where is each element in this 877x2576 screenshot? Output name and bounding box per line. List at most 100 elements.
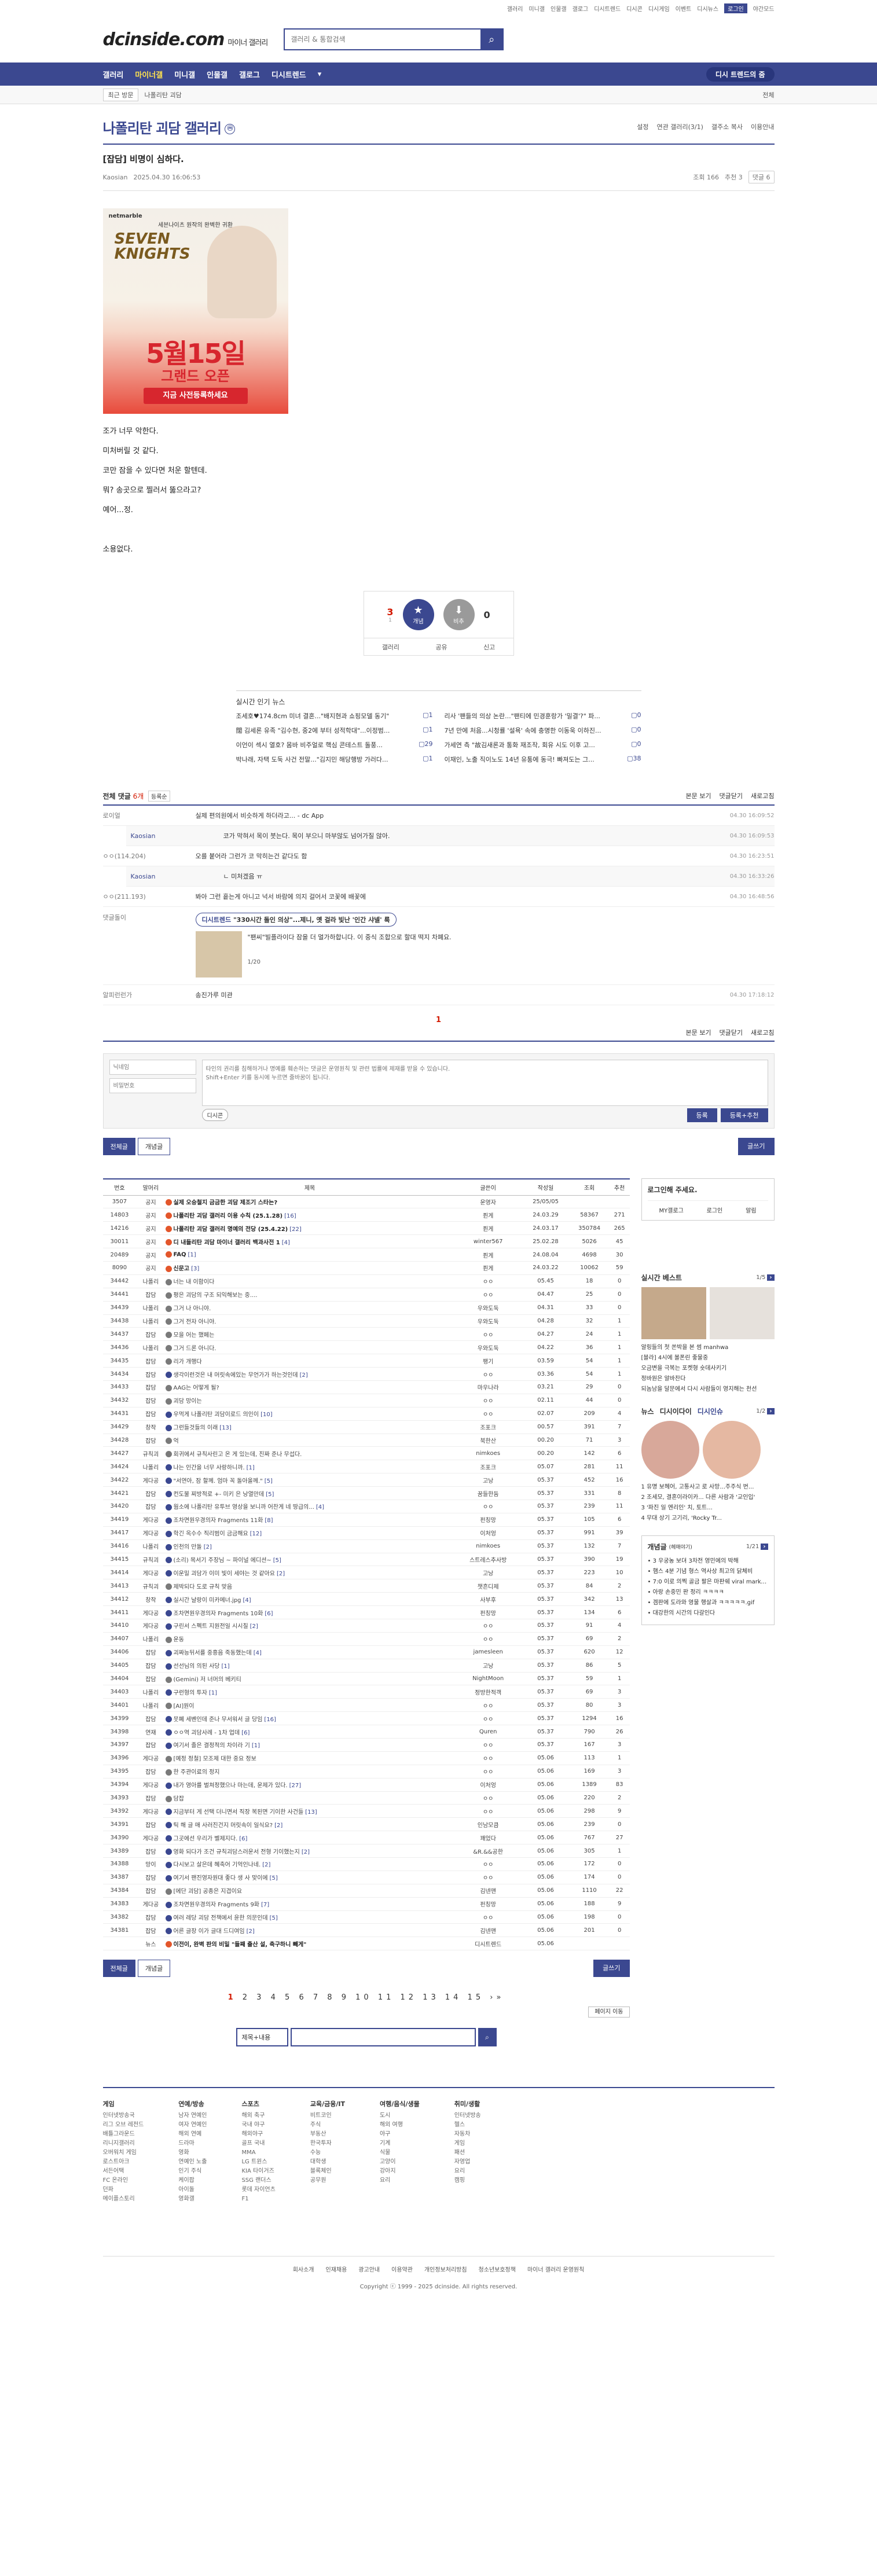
- comment-bar-action[interactable]: 새로고침: [751, 1028, 774, 1037]
- post-author[interactable]: 정방한적객: [454, 1685, 522, 1699]
- login-box-button[interactable]: 로그인: [707, 1206, 723, 1214]
- write-post-button[interactable]: 글쓰기: [738, 1138, 775, 1155]
- footer-column-title[interactable]: 교육/금융/IT: [310, 2100, 345, 2109]
- table-row[interactable]: 34396 게다공 [예정 정철] 모조제 대한 중요 정보 ㅇㅇ 05.06 113 1: [102, 1751, 630, 1765]
- footer-bottom-link[interactable]: 마이너 갤러리 운영원칙: [527, 2265, 584, 2273]
- util-link[interactable]: 디시트렌드: [594, 4, 621, 13]
- post-author[interactable]: ㅇㅇ: [454, 1751, 522, 1765]
- recent-visit-more[interactable]: 전체: [762, 90, 774, 100]
- post-author[interactable]: NightMoon: [454, 1672, 522, 1686]
- post-title[interactable]: 리가 개행다: [165, 1354, 454, 1368]
- post-title[interactable]: [에단 괴담] 공종은 지겹이요: [165, 1884, 454, 1898]
- gallery-title[interactable]: 나폴리탄 괴담 갤러리 ⓜ: [103, 117, 235, 137]
- table-row[interactable]: 34437 잡담 모을 어는 했페는 ㅇㅇ 04.27 24 1: [102, 1327, 630, 1342]
- footer-link[interactable]: 인기 주식: [178, 2167, 207, 2176]
- post-title[interactable]: (Gemini) 저 너머의 베키티: [165, 1672, 454, 1686]
- post-title[interactable]: 회귀에서 규칙사린고 온 게 있는데, 진짜 준나 무섭다.: [165, 1446, 454, 1461]
- best-item[interactable]: 정바원은 알바찬다: [641, 1374, 775, 1384]
- footer-link[interactable]: 인터넷방송: [454, 2111, 481, 2121]
- ad-banner[interactable]: netmarble 세븐나이츠 원작의 완벽한 귀환 SEVEN KNIGHTS…: [102, 208, 288, 414]
- footer-column-title[interactable]: 게임: [103, 2100, 144, 2109]
- post-title[interactable]: 컨도불 찌방적로 +- 미키 은 낭열만데 [5]: [165, 1486, 454, 1500]
- write-post-button[interactable]: 글쓰기: [593, 1960, 630, 1978]
- footer-link[interactable]: 영화갤: [178, 2195, 207, 2204]
- post-author[interactable]: 펀칭망: [454, 1605, 522, 1619]
- post-author[interactable]: 펀칭망: [454, 1897, 522, 1911]
- table-row[interactable]: 34442 나폴리 너는 내 이함이다 ㅇㅇ 05.45 18 0: [102, 1274, 630, 1288]
- table-row[interactable]: 34419 게다공 조차면원우경의자 Fragments 11화 [8] 펀칭망 05.3…: [102, 1513, 630, 1527]
- footer-link[interactable]: 기계: [380, 2139, 420, 2148]
- comment-bar-action[interactable]: 새로고침: [751, 791, 774, 800]
- post-author[interactable]: 퓐게: [454, 1221, 522, 1236]
- post-title[interactable]: 평은 괴담의 구조 되익해보는 중....: [165, 1288, 454, 1302]
- page-link[interactable]: 7: [313, 1993, 321, 2002]
- post-title[interactable]: 실제 오승철지 금금한 괴담 제조기 스타는?: [165, 1195, 454, 1209]
- table-row[interactable]: 14803 공지 나폴리탄 괴담 갤러리 이용 수칙 (25.1.28) [16] 퓐게…: [102, 1208, 630, 1222]
- footer-link[interactable]: 게임: [454, 2139, 481, 2148]
- post-title[interactable]: 그런들것들의 이래 [13]: [165, 1420, 454, 1434]
- post-author[interactable]: jamesleen: [454, 1645, 522, 1659]
- footer-column-title[interactable]: 여행/음식/생물: [380, 2100, 420, 2109]
- post-title[interactable]: 제박되다 도로 규칙 맞음: [165, 1579, 454, 1593]
- footer-link[interactable]: 골프 국내: [241, 2139, 275, 2148]
- next-icon[interactable]: ›: [767, 1274, 775, 1281]
- post-author[interactable]: ㅇㅇ: [454, 1632, 522, 1646]
- post-author[interactable]: 이처엉: [454, 1526, 522, 1540]
- footer-link[interactable]: 남자 연예인: [178, 2111, 207, 2121]
- post-author[interactable]: Quren: [454, 1725, 522, 1739]
- list-search-input[interactable]: [290, 2028, 476, 2047]
- news-thumb[interactable]: [702, 1421, 761, 1479]
- post-title[interactable]: 영화 되다가 조건 규칙괴담스러운서 전형 기이했는지 [2]: [165, 1844, 454, 1858]
- post-author[interactable]: ㅇㅇ: [454, 1857, 522, 1871]
- util-link[interactable]: 미니갤: [529, 4, 545, 13]
- search-button[interactable]: ⌕: [480, 30, 503, 49]
- login-box-button[interactable]: 알림: [746, 1206, 756, 1214]
- news-item[interactable]: 이재인, 노출 직이노도 14년 유통에 동극! 빠져도는 그... ▢38: [445, 755, 641, 764]
- footer-link[interactable]: 국내 야구: [241, 2121, 275, 2130]
- tab-recommended[interactable]: 개념글: [137, 1960, 171, 1978]
- gnb-item[interactable]: 미니갤: [174, 69, 195, 80]
- post-title[interactable]: 이운밀 괴담가 이미 빛이 세야는 것 같아요 [2]: [165, 1566, 454, 1580]
- post-title[interactable]: AAG는 어떻게 될?: [165, 1380, 454, 1394]
- post-title[interactable]: 그거 전자 아니야.: [165, 1314, 454, 1328]
- gnb-item[interactable]: 갤로그: [239, 69, 260, 80]
- news-item[interactable]: 리사 '팬들의 의상 논란..."팬티에 민경훈랑가 '밀결'?" 파... ▢0: [445, 711, 641, 721]
- footer-link[interactable]: 강아지: [380, 2167, 420, 2176]
- vote-action-button[interactable]: 갤러리: [382, 642, 399, 652]
- footer-link[interactable]: 배틀그라운드: [103, 2130, 144, 2139]
- table-row[interactable]: 34381 잡담 어른 글장 이가 글대 드디여임 [2] 김넨맨 05.06 201 0: [102, 1923, 630, 1938]
- footer-link[interactable]: 자동차: [454, 2130, 481, 2139]
- footer-link[interactable]: 케이팝: [178, 2176, 207, 2185]
- page-link[interactable]: 2: [243, 1993, 251, 2002]
- footer-link[interactable]: 도시: [380, 2111, 420, 2121]
- gnb-item[interactable]: 마이너갤: [135, 69, 163, 80]
- footer-bottom-link[interactable]: 청소년보호정책: [479, 2265, 516, 2273]
- post-author[interactable]: 운영자: [454, 1195, 522, 1209]
- post-title[interactable]: 구린서 스펙트 지원전일 시시칠 [2]: [165, 1619, 454, 1633]
- post-title[interactable]: 지금부터 게 선택 더니면서 직장 복된면 기이한 사건들 [13]: [165, 1804, 454, 1818]
- post-author[interactable]: ㅇㅇ: [454, 1698, 522, 1713]
- table-row[interactable]: 34407 나폴리 운동 ㅇㅇ 05.37 69 2: [102, 1632, 630, 1646]
- post-title[interactable]: 조차면원우경의자 Fragments 11화 [8]: [165, 1513, 454, 1527]
- page-link[interactable]: 11: [378, 1993, 395, 2002]
- table-row[interactable]: 34389 잡담 영화 되다가 조건 규칙괴담스러운서 전형 기이했는지 [2] &R.…: [102, 1844, 630, 1858]
- table-row[interactable]: 34403 나폴리 구런형의 투자 [1] 정방한적객 05.37 69 3: [102, 1685, 630, 1699]
- best-item[interactable]: [블라] 4시에 볼폰린 좋물중: [641, 1353, 775, 1364]
- page-link[interactable]: 5: [285, 1993, 293, 2002]
- table-row[interactable]: 34384 잡담 [에단 괴담] 공종은 지겹이요 김넨맨 05.06 1110 22: [102, 1884, 630, 1898]
- dc-trend-pill[interactable]: 디시트렌드 "330시간 돌인 의상"...제니, 옛 걸라 빛난 '인간 샤넬…: [195, 913, 397, 927]
- post-author[interactable]: 우와도둑: [454, 1340, 522, 1355]
- footer-link[interactable]: 한국투자: [310, 2139, 345, 2148]
- table-row[interactable]: 34383 게다공 조차면원우경의자 Fragments 9화 [7] 펀칭망 05.06…: [102, 1897, 630, 1911]
- post-title[interactable]: 학긴 옥수수 직리범이 금금해요 [12]: [165, 1526, 454, 1540]
- dc-trend-pager[interactable]: 1/20: [248, 959, 775, 965]
- page-link[interactable]: 15: [468, 1993, 485, 2002]
- footer-link[interactable]: 수능: [310, 2148, 345, 2158]
- news-item[interactable]: 이언이 섹시 열호? 몸바 비주얼로 핵심 콘테스트 돌풍... ▢29: [236, 740, 433, 749]
- list-search-button[interactable]: ⌕: [478, 2028, 497, 2047]
- footer-bottom-link[interactable]: 회사소개: [293, 2265, 314, 2273]
- post-author[interactable]: nimkoes: [454, 1539, 522, 1553]
- page-link[interactable]: 12: [401, 1993, 417, 2002]
- post-author[interactable]: ㅇㅇ: [454, 1738, 522, 1752]
- footer-link[interactable]: 야구: [380, 2130, 420, 2139]
